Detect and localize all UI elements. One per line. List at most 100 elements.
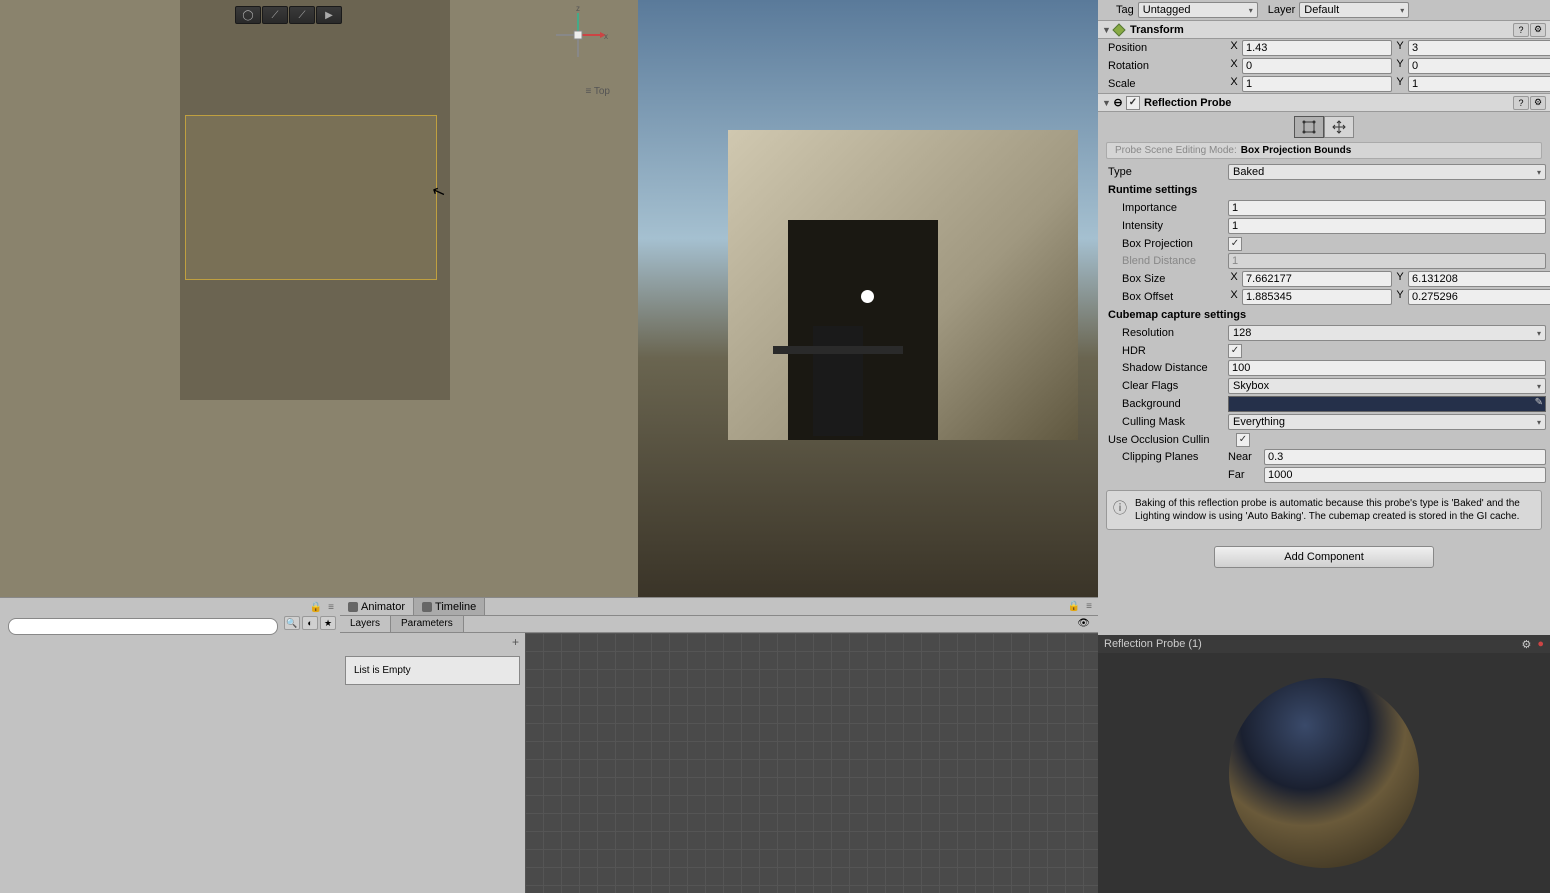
box-size-y[interactable] [1408,271,1550,287]
position-y[interactable] [1408,40,1550,56]
tag-dropdown[interactable]: Untagged [1138,2,1258,18]
wireframe-button[interactable]: ⟋ [262,6,288,24]
help-icon[interactable]: ? [1513,96,1529,110]
transform-header[interactable]: ▼ Transform ? ⚙ [1098,20,1550,39]
occlusion-label: Use Occlusion Cullin [1108,434,1236,446]
shadow-distance-input[interactable] [1228,360,1546,376]
lock-icon[interactable]: 🔒 [1068,601,1080,612]
gear-icon[interactable]: ⚙ [1530,23,1546,37]
preview-light-icon[interactable]: ● [1537,638,1544,651]
tag-label: Tag [1116,4,1134,16]
add-component-button[interactable]: Add Component [1214,546,1434,568]
hdr-label: HDR [1108,345,1228,357]
menu-icon[interactable]: ≡ [328,602,334,613]
help-icon[interactable]: ? [1513,23,1529,37]
layer-item-empty[interactable]: List is Empty [345,656,520,685]
type-label: Type [1108,166,1228,178]
position-x[interactable] [1242,40,1392,56]
shaded-mode-button[interactable]: ◯ [235,6,261,24]
intensity-label: Intensity [1108,220,1228,232]
animator-graph[interactable] [525,633,1098,893]
type-dropdown[interactable]: Baked [1228,164,1546,180]
add-layer-button[interactable]: + [340,633,525,651]
layers-list: + List is Empty [340,633,525,893]
animator-panel: Animator Timeline 🔒 ≡ Layers Parameters … [340,598,1098,893]
game-view[interactable] [638,0,1098,597]
foldout-icon: ▼ [1102,25,1112,35]
info-box: Baking of this reflection probe is autom… [1106,490,1542,530]
cubemap-settings-header: Cubemap capture settings [1098,306,1550,324]
inspector-panel: Tag Untagged Layer Default ▼ Transform ?… [1098,0,1550,893]
near-input[interactable] [1264,449,1546,465]
box-size-label: Box Size [1108,273,1228,285]
panel-menu-icon[interactable]: ≡ [1086,601,1092,612]
preview-header[interactable]: Reflection Probe (1) ⚙ ● [1098,635,1550,653]
gear-icon[interactable]: ⚙ [1530,96,1546,110]
play-button[interactable]: ▶ [316,6,342,24]
box-projection-checkbox[interactable]: ✓ [1228,237,1242,251]
eye-icon[interactable]: 👁 [1069,616,1098,632]
component-enabled-checkbox[interactable]: ✓ [1126,96,1140,110]
scene-toolbar: ◯ ⟋ ⟋ ▶ [235,6,342,24]
box-offset-label: Box Offset [1108,291,1228,303]
project-panel: 🔒 ≡ 🔍 ◐ ★ [0,598,340,893]
clear-flags-dropdown[interactable]: Skybox [1228,378,1546,394]
edit-mode-label: Probe Scene Editing Mode: [1115,145,1237,156]
box-offset-x[interactable] [1242,289,1392,305]
box-offset-y[interactable] [1408,289,1550,305]
edit-bounds-button[interactable] [1294,116,1324,138]
filter-type-icon[interactable]: ◐ [302,616,318,630]
occlusion-checkbox[interactable]: ✓ [1236,433,1250,447]
lighting-button[interactable]: ⟋ [289,6,315,24]
runtime-settings-header: Runtime settings [1098,181,1550,199]
sub-tab-parameters[interactable]: Parameters [391,616,464,632]
reflection-probe-header[interactable]: ▼ ⊖ ✓ Reflection Probe ? ⚙ [1098,93,1550,112]
rotation-label: Rotation [1108,60,1228,72]
sub-tab-layers[interactable]: Layers [340,616,391,632]
probe-bounds-gizmo[interactable] [185,115,437,280]
background-label: Background [1108,398,1228,410]
animator-icon [348,602,358,612]
favorite-icon[interactable]: ★ [320,616,336,630]
timeline-icon [422,602,432,612]
edit-origin-button[interactable] [1324,116,1354,138]
far-label: Far [1228,469,1264,481]
blend-distance-input [1228,253,1546,269]
importance-input[interactable] [1228,200,1546,216]
rotation-x[interactable] [1242,58,1392,74]
clipping-planes-label: Clipping Planes [1108,451,1228,463]
project-search[interactable] [8,618,278,635]
layer-label: Layer [1268,4,1296,16]
far-input[interactable] [1264,467,1546,483]
scale-x[interactable] [1242,76,1392,92]
view-gizmo[interactable]: z x [548,5,608,67]
svg-text:x: x [604,32,608,41]
preview-tool-icon[interactable]: ⚙ [1521,638,1531,651]
hdr-checkbox[interactable]: ✓ [1228,344,1242,358]
cubemap-preview[interactable] [1098,653,1550,893]
importance-label: Importance [1108,202,1228,214]
intensity-input[interactable] [1228,218,1546,234]
box-projection-label: Box Projection [1108,238,1228,250]
tab-animator[interactable]: Animator [340,598,414,615]
transform-icon [1112,23,1126,37]
scale-y[interactable] [1408,76,1550,92]
culling-mask-dropdown[interactable]: Everything [1228,414,1546,430]
lock-icon[interactable]: 🔒 [310,602,322,613]
box-size-x[interactable] [1242,271,1392,287]
resolution-label: Resolution [1108,327,1228,339]
tab-timeline[interactable]: Timeline [414,598,485,615]
layer-dropdown[interactable]: Default [1299,2,1409,18]
expand-icon[interactable]: ⊖ [1112,96,1124,109]
background-color-field[interactable] [1228,396,1546,412]
edit-mode-value: Box Projection Bounds [1241,145,1352,156]
blend-distance-label: Blend Distance [1108,255,1228,267]
scene-view[interactable]: ◯ ⟋ ⟋ ▶ z x [0,0,638,597]
foldout-icon: ▼ [1102,98,1112,108]
scale-label: Scale [1108,78,1228,90]
resolution-dropdown[interactable]: 128 [1228,325,1546,341]
view-label[interactable]: ≡ Top [585,86,610,97]
rotation-y[interactable] [1408,58,1550,74]
shadow-distance-label: Shadow Distance [1108,362,1228,374]
search-filter-icon[interactable]: 🔍 [284,616,300,630]
